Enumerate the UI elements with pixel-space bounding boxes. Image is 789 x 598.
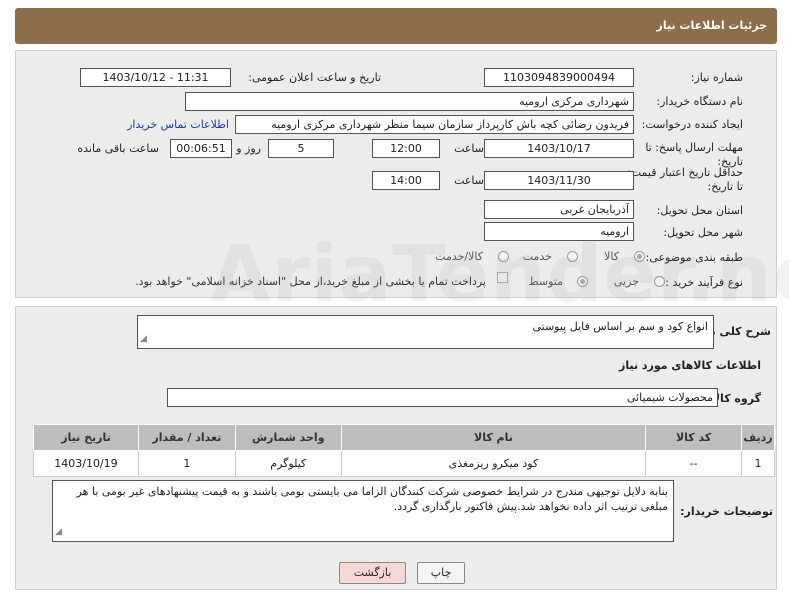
validity-time-field: 14:00 <box>372 171 440 190</box>
process-minor-label: جزیی <box>613 275 639 288</box>
validity-date-field: 1403/11/30 <box>484 171 634 190</box>
cell-code: -- <box>645 450 743 477</box>
category-service-label: خدمت <box>522 250 552 263</box>
buyer-notes-text: بنابه دلایل توجیهی مندرج در شرایط خصوصی … <box>76 485 668 513</box>
panel-header: جزئیات اطلاعات نیاز <box>15 8 777 44</box>
print-button[interactable]: چاپ <box>417 562 465 584</box>
category-goods-label: کالا <box>604 250 619 263</box>
resize-grip-icon[interactable]: ◢ <box>55 525 62 540</box>
goods-table: ردیف کد کالا نام کالا واحد شمارش تعداد /… <box>33 424 775 477</box>
category-label: طبقه بندی موضوعی: <box>645 251 743 264</box>
col-row-header: ردیف <box>741 424 775 451</box>
process-label: نوع فرآیند خرید : <box>665 276 743 289</box>
goods-group-field: محصولات شیمیائی <box>167 388 718 407</box>
cell-unit: کیلوگرم <box>234 450 342 477</box>
days-remaining-field: 5 <box>268 139 334 158</box>
time-remaining-label: ساعت باقی مانده <box>77 142 159 155</box>
validity-time-label: ساعت <box>454 174 484 187</box>
buyer-org-label: نام دستگاه خریدار: <box>656 95 743 108</box>
buyer-notes-label: توضیحات خریدار: <box>680 505 773 518</box>
cell-date: 1403/10/19 <box>33 450 139 477</box>
col-unit-header: واحد شمارش <box>234 424 342 451</box>
need-number-label: شماره نیاز: <box>690 71 743 84</box>
need-number-field: 1103094839000494 <box>484 68 634 87</box>
cell-qty: 1 <box>137 450 236 477</box>
deadline-time-label: ساعت <box>454 142 484 155</box>
validity-label: حداقل تاریخ اعتبار قیمت: تا تاریخ: <box>627 166 743 193</box>
buyer-contact-link[interactable]: اطلاعات تماس خریدار <box>127 118 229 131</box>
city-field: ارومیه <box>484 222 634 241</box>
table-row: 1 -- کود میکرو ریزمغذی کیلوگرم 1 1403/10… <box>33 450 775 477</box>
province-label: استان محل تحویل: <box>656 204 743 217</box>
category-goods-radio[interactable] <box>634 251 645 262</box>
resize-grip-icon[interactable]: ◢ <box>140 332 147 347</box>
announce-field: 1403/10/12 - 11:31 <box>80 68 231 87</box>
treasury-payment-checkbox[interactable] <box>497 272 508 283</box>
creator-field: فریدون رضائی کچه باش کارپرداز سازمان سیم… <box>235 115 634 134</box>
time-remaining-field: 00:06:51 <box>170 139 232 158</box>
deadline-label: مهلت ارسال پاسخ: تا تاریخ: <box>645 141 743 168</box>
col-code-header: کد کالا <box>645 424 743 451</box>
description-textarea[interactable]: انواع کود و سم بر اساس فایل پیوستی ◢ <box>137 315 714 349</box>
cell-name: کود میکرو ریزمغذی <box>340 450 647 477</box>
category-service-radio[interactable] <box>567 251 578 262</box>
process-medium-label: متوسط <box>528 275 563 288</box>
col-qty-header: تعداد / مقدار <box>137 424 236 451</box>
col-name-header: نام کالا <box>340 424 647 451</box>
province-field: آذربایجان غربی <box>484 200 634 219</box>
creator-label: ایجاد کننده درخواست: <box>641 118 743 131</box>
process-medium-radio[interactable] <box>577 276 588 287</box>
back-button[interactable]: بازگشت <box>339 562 406 584</box>
buyer-org-field: شهرداری مرکزی ارومیه <box>185 92 634 111</box>
goods-info-title: اطلاعات کالاهای مورد نیاز <box>619 359 761 372</box>
deadline-date-field: 1403/10/17 <box>484 139 634 158</box>
process-minor-radio[interactable] <box>654 276 665 287</box>
category-goods-service-radio[interactable] <box>498 251 509 262</box>
goods-table-header: ردیف کد کالا نام کالا واحد شمارش تعداد /… <box>33 424 775 451</box>
days-label: روز و <box>236 142 261 155</box>
announce-label: تاریخ و ساعت اعلان عمومی: <box>248 71 381 84</box>
deadline-time-field: 12:00 <box>372 139 440 158</box>
buyer-notes-textarea[interactable]: بنابه دلایل توجیهی مندرج در شرایط خصوصی … <box>52 480 674 542</box>
description-text: انواع کود و سم بر اساس فایل پیوستی <box>532 320 708 333</box>
cell-row: 1 <box>741 450 775 477</box>
col-date-header: تاریخ نیاز <box>33 424 139 451</box>
category-goods-service-label: کالا/خدمت <box>435 250 483 263</box>
city-label: شهر محل تحویل: <box>663 226 743 239</box>
page-title: جزئیات اطلاعات نیاز <box>656 19 768 32</box>
treasury-payment-note: پرداخت تمام یا بخشی از مبلغ خرید،از محل … <box>135 275 486 288</box>
